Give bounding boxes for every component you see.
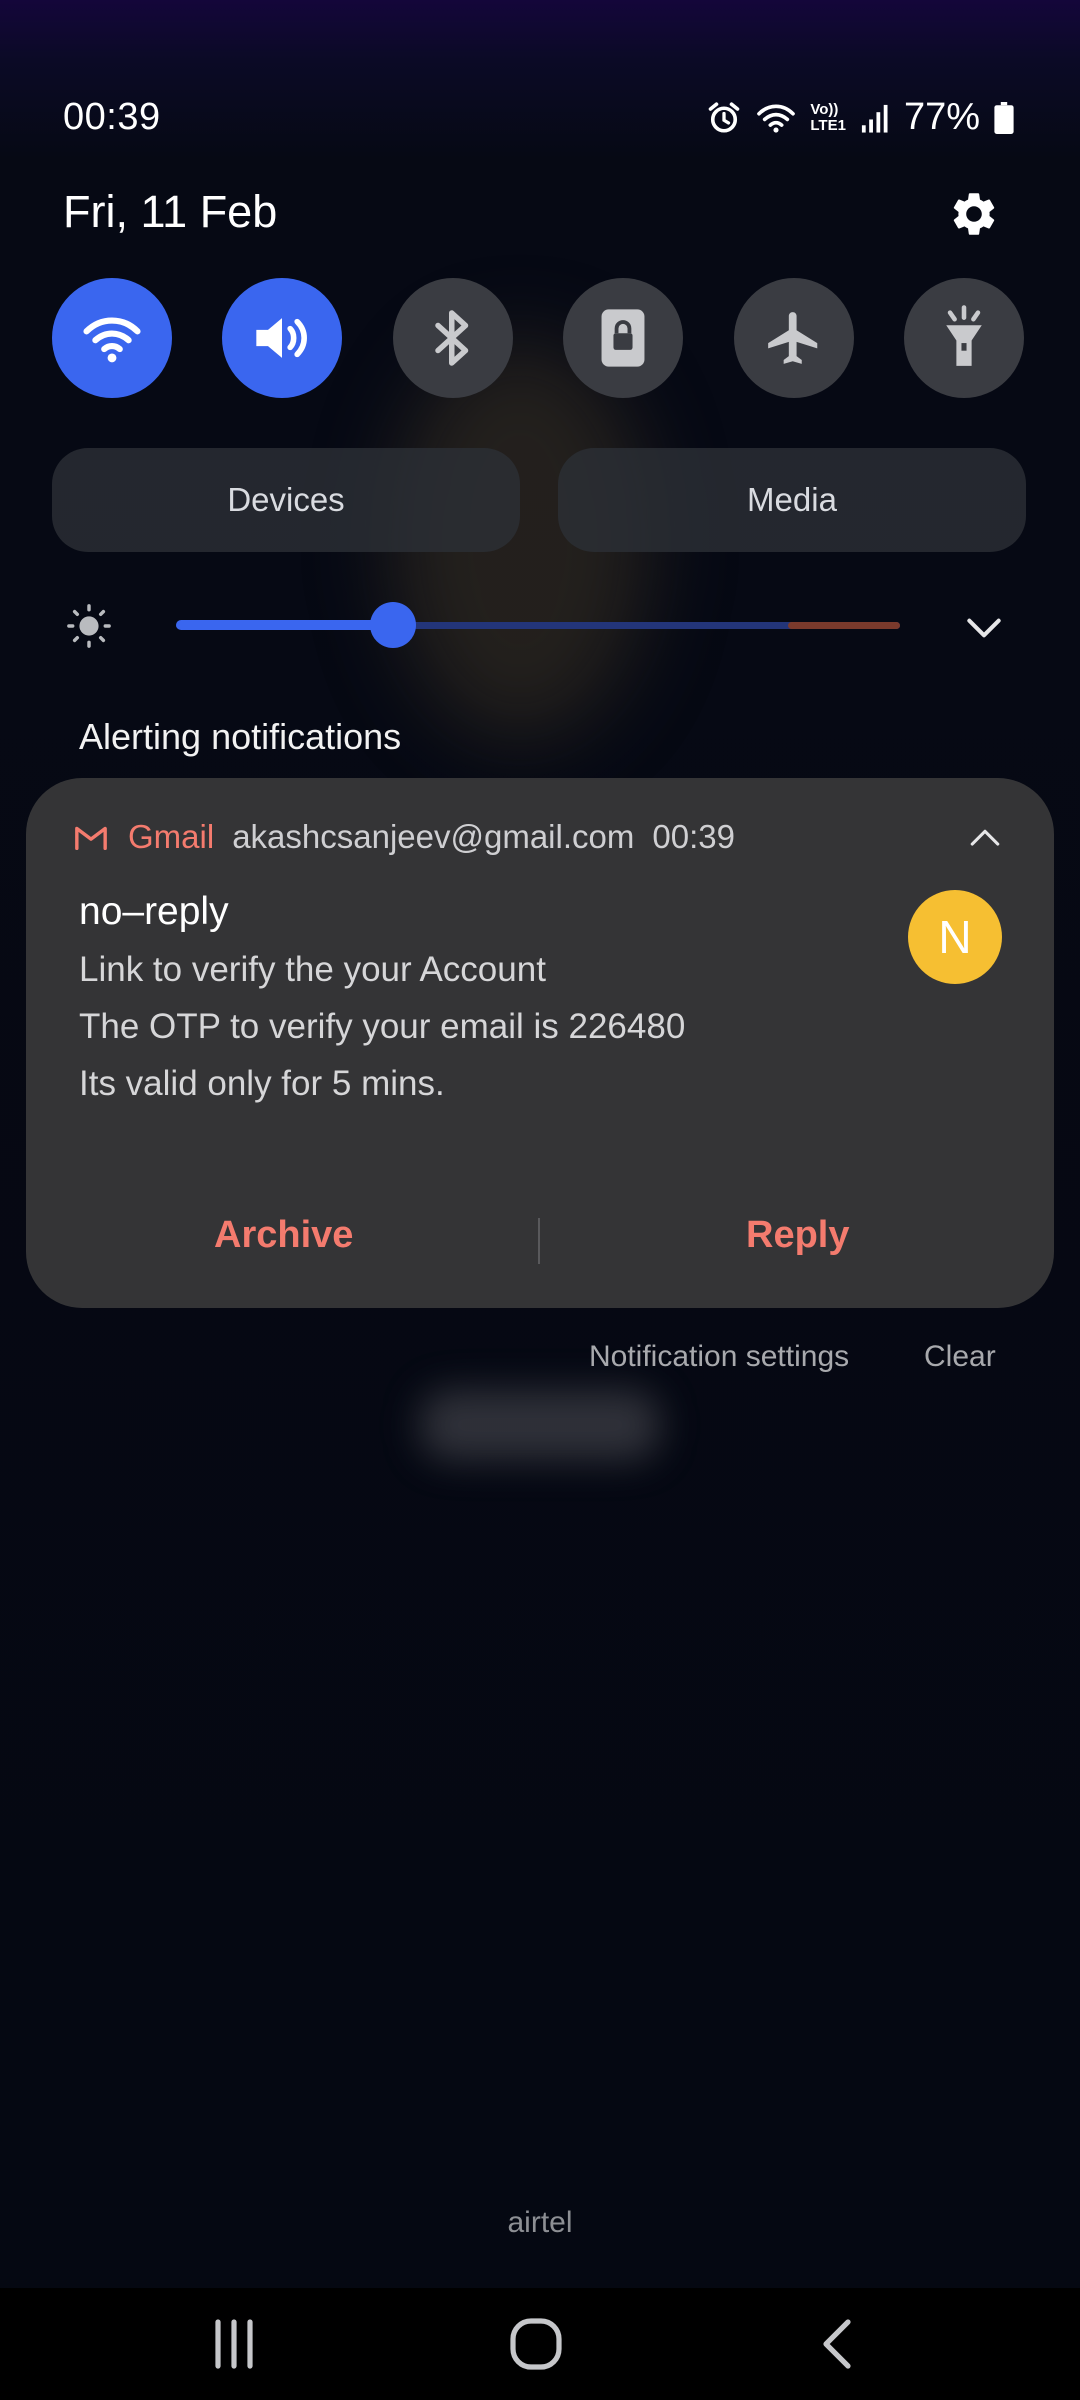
wifi-toggle[interactable] xyxy=(52,278,172,398)
notification-time: 00:39 xyxy=(652,818,735,855)
panel-buttons: Devices Media xyxy=(52,448,1026,552)
gmail-notification-card[interactable]: Gmail akashcsanjeev@gmail.com 00:39 no–r… xyxy=(26,778,1054,1308)
brightness-icon xyxy=(67,604,111,648)
home-button[interactable] xyxy=(506,2314,566,2374)
expand-panel-button[interactable] xyxy=(962,608,1006,648)
collapse-button[interactable] xyxy=(968,826,1002,848)
flashlight-toggle[interactable] xyxy=(903,278,1024,398)
brightness-thumb[interactable] xyxy=(370,602,417,648)
notification-header: Gmail akashcsanjeev@gmail.com 00:39 xyxy=(74,818,735,856)
gmail-icon xyxy=(75,826,107,850)
volte-bottom: LTE1 xyxy=(810,116,846,134)
battery-percent: 77% xyxy=(903,96,980,138)
app-name: Gmail xyxy=(128,818,215,855)
navigation-bar xyxy=(0,2288,1080,2400)
alarm-icon xyxy=(709,101,740,133)
chevron-up-icon xyxy=(970,829,1000,846)
carrier-label: airtel xyxy=(507,2206,573,2239)
back-button[interactable] xyxy=(810,2314,870,2374)
volume-icon xyxy=(256,318,308,358)
message-line: Link to verify the your Account xyxy=(79,950,546,989)
brightness-slider[interactable] xyxy=(176,602,900,648)
signal-icon xyxy=(861,104,888,133)
recents-icon xyxy=(215,2319,253,2369)
lock-icon xyxy=(601,309,645,367)
devices-button[interactable]: Devices xyxy=(52,448,520,552)
battery-icon xyxy=(994,101,1014,134)
date-label: Fri, 11 Feb xyxy=(63,186,278,237)
bluetooth-toggle[interactable] xyxy=(392,278,513,398)
flashlight-icon xyxy=(946,305,982,366)
media-button[interactable]: Media xyxy=(558,448,1026,552)
archive-button[interactable]: Archive xyxy=(214,1214,353,1257)
wifi-status-icon xyxy=(757,103,796,133)
notification-settings-link[interactable]: Notification settings xyxy=(589,1340,849,1374)
clear-button[interactable]: Clear xyxy=(924,1340,996,1374)
action-divider xyxy=(538,1218,540,1264)
volte-indicator: Vo)) LTE1 xyxy=(810,100,846,134)
volte-top: Vo)) xyxy=(810,100,839,118)
status-icons: Vo)) LTE1 77% xyxy=(706,96,1014,139)
chevron-down-icon xyxy=(967,618,1001,638)
settings-button[interactable] xyxy=(948,188,1000,240)
status-time: 00:39 xyxy=(63,96,161,138)
sound-toggle[interactable] xyxy=(222,278,343,398)
bluetooth-icon xyxy=(435,310,469,366)
account-email: akashcsanjeev@gmail.com xyxy=(232,818,635,855)
brightness-fill xyxy=(176,620,394,630)
home-icon xyxy=(510,2318,562,2370)
back-icon xyxy=(823,2319,851,2369)
background-blur xyxy=(420,1390,660,1460)
avatar: N xyxy=(908,890,1002,984)
airplane-toggle[interactable] xyxy=(733,278,854,398)
section-title: Alerting notifications xyxy=(79,716,402,757)
brightness-track-warm xyxy=(788,622,900,629)
reply-button[interactable]: Reply xyxy=(746,1214,849,1257)
rotation-lock-toggle[interactable] xyxy=(563,278,684,398)
recents-button[interactable] xyxy=(204,2314,264,2374)
wifi-icon xyxy=(83,317,141,363)
airplane-icon xyxy=(767,312,817,364)
gear-icon xyxy=(953,193,995,235)
message-line: Its valid only for 5 mins. xyxy=(79,1064,445,1103)
message-line: The OTP to verify your email is 226480 xyxy=(79,1007,686,1046)
sender-name: no–reply xyxy=(79,890,229,933)
quick-settings-row xyxy=(52,278,1024,398)
